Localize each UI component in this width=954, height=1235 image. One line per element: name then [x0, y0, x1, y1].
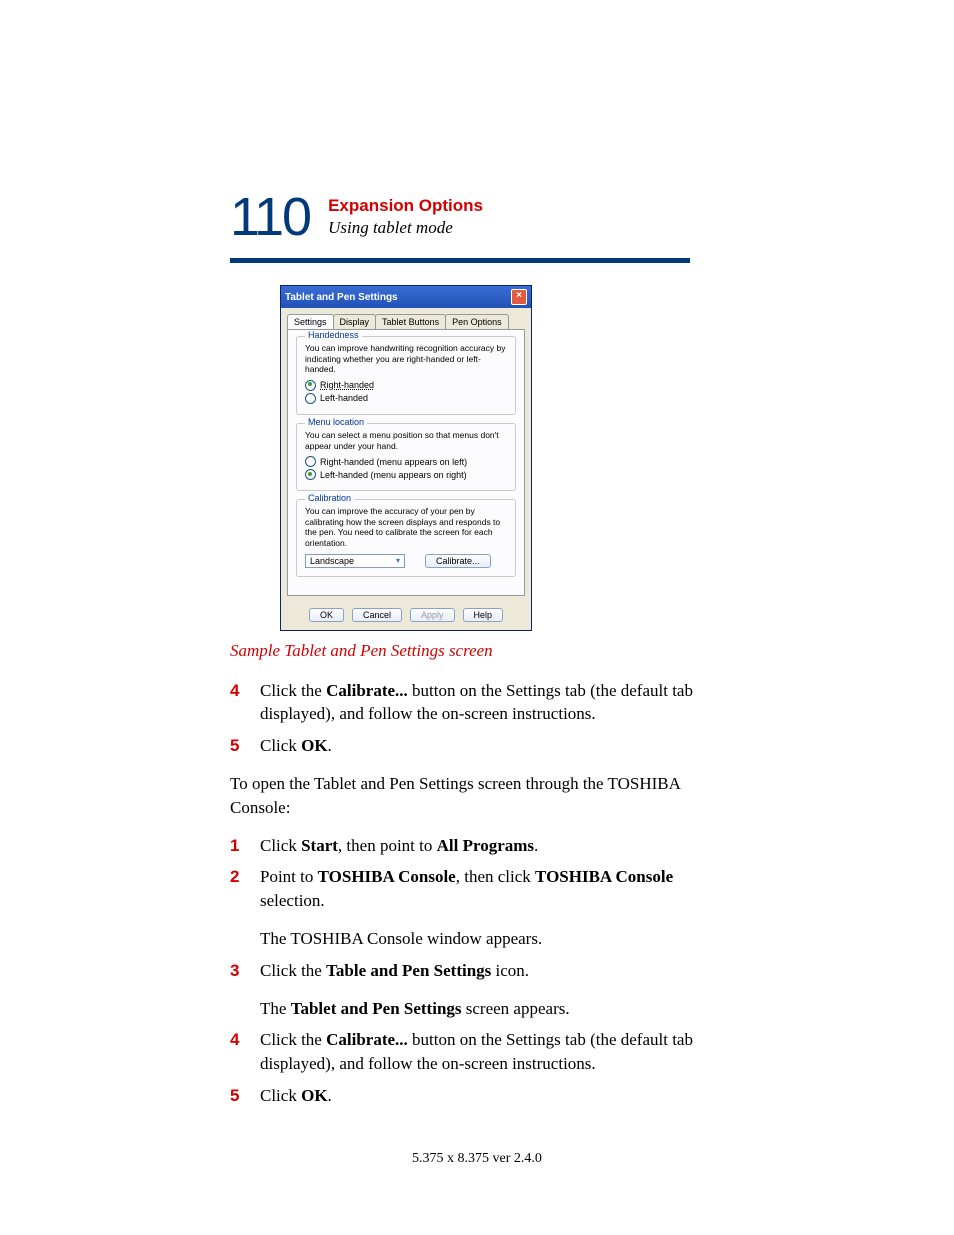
step-list-b: 1 Click Start, then point to All Program…	[230, 834, 724, 913]
page-header: 110 Expansion Options Using tablet mode	[230, 190, 724, 244]
handedness-legend: Handedness	[305, 330, 362, 340]
help-button[interactable]: Help	[463, 608, 504, 622]
calibration-description: You can improve the accuracy of your pen…	[305, 506, 507, 549]
step-list-b2: 3 Click the Table and Pen Settings icon.	[230, 959, 724, 983]
close-icon[interactable]: ×	[511, 289, 527, 305]
orientation-combo[interactable]: Landscape ▾	[305, 554, 405, 568]
calibration-group: Calibration You can improve the accuracy…	[296, 499, 516, 577]
menu-location-group: Menu location You can select a menu posi…	[296, 423, 516, 491]
radio-label: Right-handed	[320, 380, 374, 390]
radio-menu-left[interactable]: Right-handed (menu appears on left)	[305, 456, 507, 467]
handedness-description: You can improve handwriting recognition …	[305, 343, 507, 375]
step-text: Click Start, then point to All Programs.	[260, 834, 538, 858]
list-item: 1 Click Start, then point to All Program…	[230, 834, 724, 858]
section-title: Using tablet mode	[328, 218, 483, 238]
menu-description: You can select a menu position so that m…	[305, 430, 507, 451]
radio-label: Left-handed (menu appears on right)	[320, 470, 467, 480]
dialog-tabs: Settings Display Tablet Buttons Pen Opti…	[281, 308, 531, 329]
combo-value: Landscape	[310, 556, 354, 566]
step-text: Click OK.	[260, 734, 332, 758]
step-number: 2	[230, 865, 244, 913]
step-text: Click OK.	[260, 1084, 332, 1108]
tab-display[interactable]: Display	[333, 314, 377, 329]
step-number: 5	[230, 1084, 244, 1108]
page-number: 110	[230, 190, 310, 244]
chevron-down-icon: ▾	[396, 556, 400, 565]
dialog-title: Tablet and Pen Settings	[285, 292, 398, 303]
page-footer: 5.375 x 8.375 ver 2.4.0	[0, 1151, 954, 1167]
step-number: 1	[230, 834, 244, 858]
radio-menu-right[interactable]: Left-handed (menu appears on right)	[305, 469, 507, 480]
step-text: Point to TOSHIBA Console, then click TOS…	[260, 865, 724, 913]
list-item: 2 Point to TOSHIBA Console, then click T…	[230, 865, 724, 913]
dialog-button-row: OK Cancel Apply Help	[281, 602, 531, 630]
cancel-button[interactable]: Cancel	[352, 608, 402, 622]
figure-caption: Sample Tablet and Pen Settings screen	[230, 641, 724, 661]
list-item: 3 Click the Table and Pen Settings icon.	[230, 959, 724, 983]
chapter-title: Expansion Options	[328, 196, 483, 216]
step-list-a: 4 Click the Calibrate... button on the S…	[230, 679, 724, 758]
radio-icon	[305, 469, 316, 480]
radio-icon	[305, 456, 316, 467]
radio-left-handed[interactable]: Left-handed	[305, 393, 507, 404]
paragraph: To open the Tablet and Pen Settings scre…	[230, 772, 724, 820]
radio-label: Right-handed (menu appears on left)	[320, 457, 467, 467]
step-number: 5	[230, 734, 244, 758]
menu-legend: Menu location	[305, 417, 367, 427]
handedness-group: Handedness You can improve handwriting r…	[296, 336, 516, 415]
calibrate-button[interactable]: Calibrate...	[425, 554, 491, 568]
header-rule	[230, 258, 690, 263]
list-item: 4 Click the Calibrate... button on the S…	[230, 1028, 724, 1076]
tablet-pen-settings-dialog: Tablet and Pen Settings × Settings Displ…	[280, 285, 532, 631]
tab-pen-options[interactable]: Pen Options	[445, 314, 509, 329]
list-item: 5 Click OK.	[230, 1084, 724, 1108]
radio-label: Left-handed	[320, 393, 368, 403]
step-text: Click the Table and Pen Settings icon.	[260, 959, 529, 983]
tab-tablet-buttons[interactable]: Tablet Buttons	[375, 314, 446, 329]
apply-button[interactable]: Apply	[410, 608, 455, 622]
ok-button[interactable]: OK	[309, 608, 344, 622]
radio-icon	[305, 393, 316, 404]
paragraph: The TOSHIBA Console window appears.	[260, 927, 724, 951]
list-item: 4 Click the Calibrate... button on the S…	[230, 679, 724, 727]
step-number: 4	[230, 1028, 244, 1076]
step-number: 4	[230, 679, 244, 727]
calibration-legend: Calibration	[305, 493, 354, 503]
tab-body: Handedness You can improve handwriting r…	[287, 329, 525, 596]
list-item: 5 Click OK.	[230, 734, 724, 758]
step-text: Click the Calibrate... button on the Set…	[260, 1028, 724, 1076]
step-number: 3	[230, 959, 244, 983]
dialog-titlebar: Tablet and Pen Settings ×	[281, 286, 531, 308]
radio-right-handed[interactable]: Right-handed	[305, 380, 507, 391]
step-list-b3: 4 Click the Calibrate... button on the S…	[230, 1028, 724, 1107]
radio-icon	[305, 380, 316, 391]
step-text: Click the Calibrate... button on the Set…	[260, 679, 724, 727]
paragraph: The Tablet and Pen Settings screen appea…	[260, 997, 724, 1021]
tab-settings[interactable]: Settings	[287, 314, 334, 329]
